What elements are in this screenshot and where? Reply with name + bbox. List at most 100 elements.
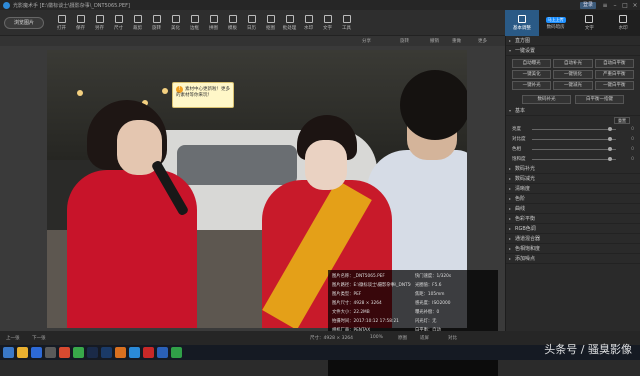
tool-button[interactable]: 模板 — [223, 13, 242, 33]
tool-button[interactable]: 日历 — [242, 13, 261, 33]
slider-track[interactable] — [532, 156, 616, 161]
adjust-section[interactable]: 色彩平衡 — [506, 214, 640, 224]
extra-button[interactable]: 数码补光 — [522, 95, 571, 104]
tool-button[interactable]: 边框 — [185, 13, 204, 33]
man-hair-shape — [400, 70, 467, 140]
photoshop-icon[interactable] — [101, 347, 112, 358]
extra-button[interactable]: 白平衡一指键 — [575, 95, 624, 104]
slider-knob[interactable] — [607, 146, 612, 151]
slider-knob[interactable] — [607, 136, 612, 141]
tool-button[interactable]: 裁剪 — [128, 13, 147, 33]
fit-screen-button[interactable]: 适屏 — [420, 335, 429, 341]
oneclick-button[interactable]: 自动白平衡 — [594, 59, 634, 68]
oneclick-button[interactable]: 一键美化 — [512, 70, 552, 79]
tool-button[interactable]: 抠图 — [261, 13, 280, 33]
explorer-icon[interactable] — [17, 347, 28, 358]
right-tab[interactable]: 基本调整 — [505, 10, 539, 36]
adjust-sections: 数码补光数码减光清晰度色阶曲线色彩平衡RGB色调通道混合器色相饱和度添加噪点 — [506, 164, 640, 264]
section-oneclick[interactable]: 一键设置 — [506, 46, 640, 56]
exif-field: 焦距：105mm — [415, 292, 445, 297]
menu-icon[interactable]: ≡ — [600, 2, 610, 9]
login-button[interactable]: 登录 — [579, 1, 596, 9]
adjust-section[interactable]: 曲线 — [506, 204, 640, 214]
tool-button[interactable]: 工具 — [337, 13, 356, 33]
app-icon[interactable] — [129, 347, 140, 358]
app-icon[interactable] — [73, 347, 84, 358]
reset-button[interactable]: 重置 — [614, 117, 630, 124]
prev-image-button[interactable]: 上一张 — [6, 335, 20, 341]
tool-button[interactable]: 打开 — [52, 13, 71, 33]
tool-button[interactable]: 尺寸 — [109, 13, 128, 33]
slider-track[interactable] — [532, 136, 616, 141]
share-button[interactable]: 分享 — [362, 38, 371, 44]
tool-icon — [323, 15, 332, 23]
start-icon[interactable] — [3, 347, 14, 358]
app-icon[interactable] — [45, 347, 56, 358]
oneclick-button[interactable]: 自动曝光 — [512, 59, 552, 68]
tool-button[interactable]: 保存 — [71, 13, 90, 33]
image-canvas[interactable]: ! 素材中心更新啦！更多的素材等你来玩！ 图片名称：_DNT5065.PEF 快门速… — [0, 46, 505, 376]
compare-button[interactable]: 对比 — [448, 335, 457, 341]
tool-button[interactable]: 另存 — [90, 13, 109, 33]
oneclick-button[interactable]: 一键白平衡 — [594, 81, 634, 90]
oneclick-button[interactable]: 严重白平衡 — [594, 70, 634, 79]
original-size-button[interactable]: 原图 — [398, 335, 407, 341]
slider-knob[interactable] — [607, 156, 612, 161]
oneclick-button[interactable]: 自动补光 — [553, 59, 593, 68]
app-icon[interactable] — [59, 347, 70, 358]
tool-label: 拼图 — [209, 26, 218, 31]
close-icon[interactable]: × — [630, 2, 640, 9]
tab-badge[interactable]: 马上上传 — [545, 16, 566, 23]
tool-button[interactable]: 批处理 — [280, 13, 299, 33]
maximize-icon[interactable]: □ — [620, 2, 630, 9]
browser-icon[interactable] — [31, 347, 42, 358]
section-histogram[interactable]: 直方图 — [506, 36, 640, 46]
adjust-section[interactable]: 数码减光 — [506, 174, 640, 184]
tool-button[interactable]: 文字 — [318, 13, 337, 33]
tooltip[interactable]: ! 素材中心更新啦！更多的素材等你来玩！ — [172, 82, 234, 108]
slider-track[interactable] — [532, 146, 616, 151]
tool-icon — [76, 15, 85, 23]
more-button[interactable]: 更多 — [478, 38, 487, 44]
slider-track[interactable] — [532, 126, 616, 131]
tool-button[interactable]: 旋转 — [147, 13, 166, 33]
word-icon[interactable] — [157, 347, 168, 358]
redo-button[interactable]: 重做 — [452, 38, 461, 44]
adjust-section[interactable]: 数码补光 — [506, 164, 640, 174]
adjust-section[interactable]: RGB色调 — [506, 224, 640, 234]
undo-button[interactable]: 撤销 — [430, 38, 439, 44]
app-icon[interactable] — [115, 347, 126, 358]
zoom-level[interactable]: 100% — [370, 335, 383, 340]
adjust-section[interactable]: 色相饱和度 — [506, 244, 640, 254]
slider-knob[interactable] — [607, 126, 612, 131]
minimize-icon[interactable]: – — [610, 2, 620, 9]
adjust-section[interactable]: 通道混合器 — [506, 234, 640, 244]
oneclick-button[interactable]: 一键减光 — [553, 81, 593, 90]
browse-images-button[interactable]: 浏览图片 — [4, 17, 44, 29]
lightroom-icon[interactable] — [87, 347, 98, 358]
right-tab[interactable]: 水印 — [606, 10, 640, 36]
adjust-section[interactable]: 色阶 — [506, 194, 640, 204]
section-basic[interactable]: 基本 — [506, 106, 640, 116]
oneclick-button[interactable]: 一键锐化 — [553, 70, 593, 79]
app-icon[interactable] — [143, 347, 154, 358]
tool-button[interactable]: 拼图 — [204, 13, 223, 33]
excel-icon[interactable] — [171, 347, 182, 358]
adjust-section[interactable]: 添加噪点 — [506, 254, 640, 264]
adjust-section[interactable]: 清晰度 — [506, 184, 640, 194]
right-tab[interactable]: 马上上传 数码暗房 — [539, 10, 573, 36]
exif-field: 图片名称：_DNT5065.PEF — [332, 274, 385, 279]
tool-icon — [171, 15, 180, 23]
exif-field: 图片路径：E:\徽标谈士\摄影杂事\_DNT506... — [332, 283, 411, 288]
next-image-button[interactable]: 下一张 — [32, 335, 46, 341]
adjust-slider[interactable]: 色相 0 — [506, 144, 640, 154]
rotate-button[interactable]: 旋转 — [400, 38, 409, 44]
adjust-slider[interactable]: 饱和度 0 — [506, 154, 640, 164]
oneclick-button[interactable]: 一键补光 — [512, 81, 552, 90]
tool-button[interactable]: 美化 — [166, 13, 185, 33]
adjust-slider[interactable]: 对比度 0 — [506, 134, 640, 144]
tool-button[interactable]: 水印 — [299, 13, 318, 33]
adjust-slider[interactable]: 亮度 0 — [506, 124, 640, 134]
right-tab[interactable]: 文字 — [573, 10, 607, 36]
tool-label: 水印 — [304, 26, 313, 31]
